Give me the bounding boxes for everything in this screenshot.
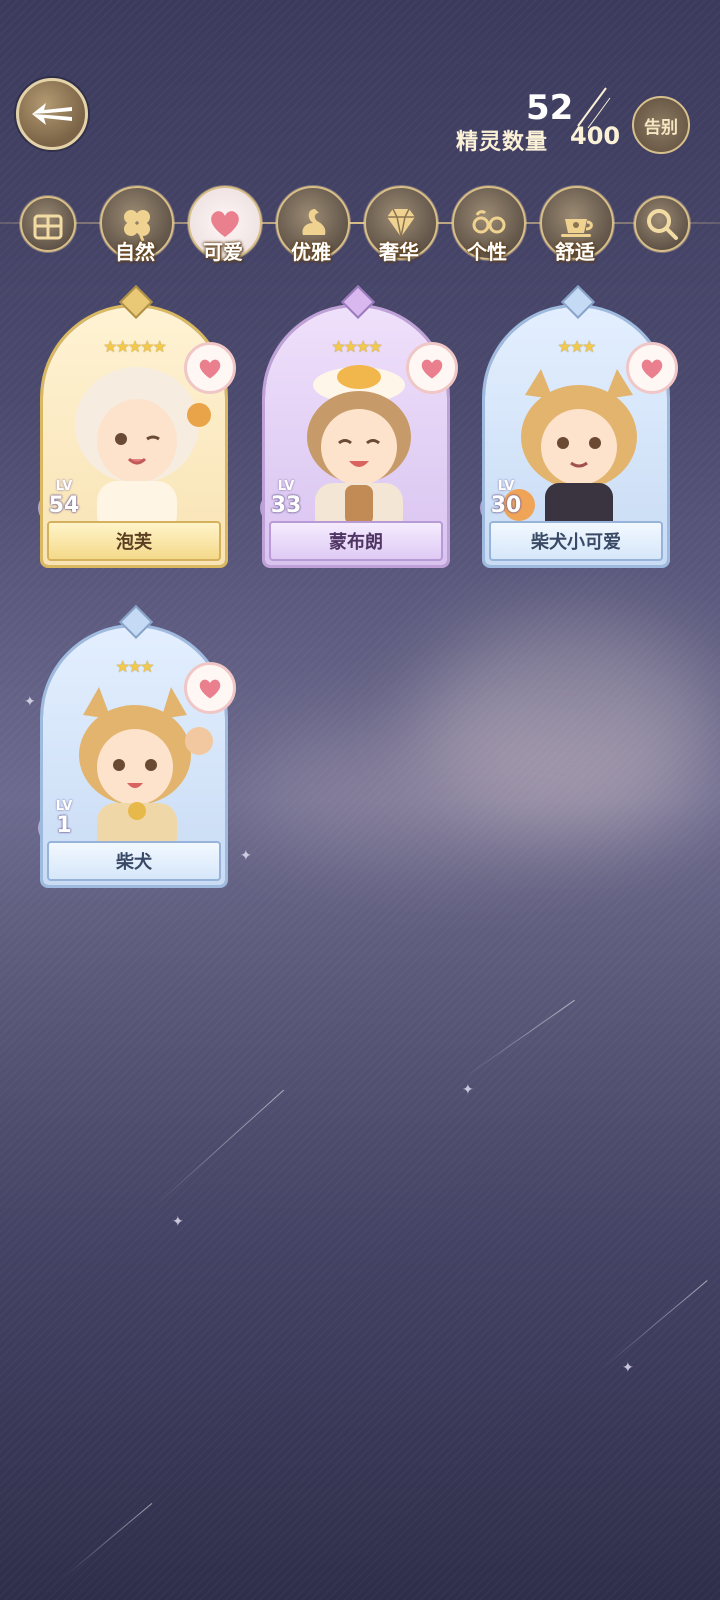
spirit-total: 400 [570,122,621,150]
level-badge: LV 1 [38,799,90,850]
level-value: 30 [490,493,522,518]
favorite-badge[interactable] [406,342,458,394]
spirit-card[interactable]: ★★★ 柴犬 LV 1 [38,605,236,888]
category-gift-button[interactable] [20,196,76,252]
category-label: 可爱 [203,240,243,264]
spirit-count: 52 [526,88,574,128]
level-tag: LV [277,479,295,494]
heart-icon [199,679,221,699]
level-tag: LV [55,799,73,814]
sparkle-icon: ✦ [24,694,36,710]
category-label: 优雅 [291,240,331,264]
spirit-card[interactable]: ★★★★ 蒙布朗 LV 33 [260,285,458,568]
level-badge: LV 54 [38,479,90,530]
spirit-card[interactable]: ★★★★★ 泡芙 LV 54 [38,285,236,568]
gift-box-icon [33,214,63,240]
category-label: 舒适 [555,240,595,264]
background-glow [420,620,720,820]
level-tag: LV [497,479,515,494]
shooting-star [599,1280,708,1371]
back-arrow-icon [32,103,72,125]
favorite-badge[interactable] [184,342,236,394]
background-glow [240,720,720,860]
level-badge: LV 33 [260,479,312,530]
spirit-count-label: 精灵数量 [456,130,549,155]
sparkle-icon: ✦ [240,848,252,864]
sparkle-icon: ✦ [622,1360,634,1376]
heart-icon [199,359,221,379]
farewell-button[interactable]: 告别 [632,96,690,154]
category-label: 奢华 [379,240,419,264]
shooting-star [149,1089,285,1211]
heart-icon [421,359,443,379]
sparkle-icon: ✦ [172,1214,184,1230]
spirit-card[interactable]: ★★★ 柴犬小可爱 LV 30 [480,285,678,568]
level-value: 1 [56,813,72,838]
favorite-badge[interactable] [626,342,678,394]
shooting-star [459,999,575,1081]
level-value: 33 [270,493,302,518]
heart-icon [641,359,663,379]
search-button[interactable] [634,196,690,252]
level-value: 54 [48,493,80,518]
category-label: 自然 [115,240,155,264]
favorite-badge[interactable] [184,662,236,714]
search-icon [647,209,678,240]
level-tag: LV [55,479,73,494]
category-label: 个性 [467,240,507,264]
back-button[interactable] [16,78,88,150]
level-badge: LV 30 [480,479,532,530]
sparkle-icon: ✦ [462,1082,474,1098]
shooting-star [59,1502,153,1581]
